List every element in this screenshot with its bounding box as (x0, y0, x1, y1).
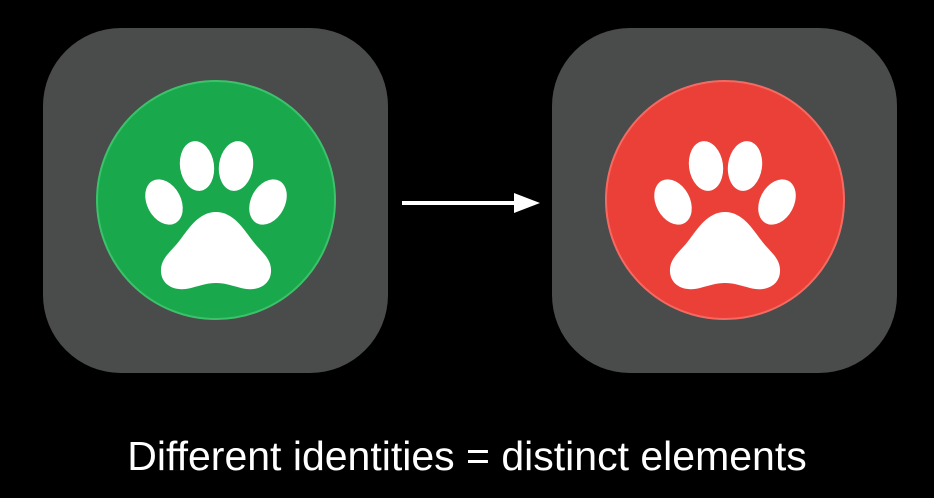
app-icon-tile-before (43, 28, 388, 373)
caption-text: Different identities = distinct elements (127, 433, 807, 479)
icon-circle-red (605, 80, 845, 320)
arrow-right-icon (402, 193, 540, 213)
paw-icon (96, 80, 336, 320)
paw-icon (605, 80, 845, 320)
icon-circle-green (96, 80, 336, 320)
app-icon-tile-after (552, 28, 897, 373)
